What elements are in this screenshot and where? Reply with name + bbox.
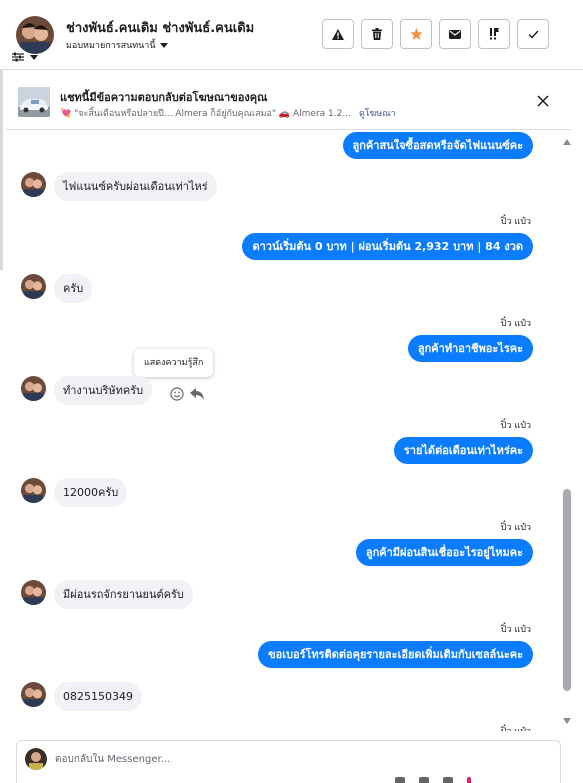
close-icon[interactable] (536, 94, 550, 108)
chevron-down-icon (30, 54, 38, 60)
contact-avatar-small[interactable] (21, 682, 46, 707)
scroll-up-arrow-icon[interactable] (563, 139, 571, 145)
ad-banner-title: แชทนี้มีข้อความตอบกลับต่อโฆษณาของคุณ (60, 91, 268, 104)
conversation-toolbar (322, 19, 549, 49)
contact-avatar[interactable] (16, 16, 54, 54)
trash-icon (372, 28, 382, 40)
composer-tools (395, 777, 471, 783)
assign-label: มอบหมายการสนทนานี้ (66, 41, 156, 51)
thread-scrollbar[interactable] (563, 131, 571, 731)
filter-settings-button[interactable] (12, 52, 38, 62)
contact-avatar-small[interactable] (21, 274, 46, 299)
message-incoming[interactable]: มีผ่อนรถจักรยานยนต์ครับ (54, 580, 193, 609)
contact-avatar-small[interactable] (21, 478, 46, 503)
gif-icon[interactable] (443, 777, 453, 783)
contact-avatar-small[interactable] (21, 172, 46, 197)
message-outgoing[interactable]: ลูกค้าสนใจซื้อสดหรือจัดไฟแนนซ์คะ (342, 132, 533, 159)
message-outgoing[interactable]: ขอเบอร์โทรติดต่อคุยรายละเอียดเพิ่มเติมกั… (258, 641, 533, 668)
scrollbar-thumb[interactable] (563, 489, 571, 691)
sender-name-partial: ปิ๋ว แป๋ว (501, 724, 531, 731)
message-incoming[interactable]: ไฟแนนซ์ครับผ่อนเดือนเท่าไหร่ (54, 172, 217, 201)
reply-input[interactable] (55, 747, 535, 771)
assign-conversation-dropdown[interactable]: มอบหมายการสนทนานี้ (66, 38, 168, 52)
inbox-conversation-panel: ช่างพันธ์.คนเดิม ช่างพันธ์.คนเดิม มอบหมา… (0, 0, 583, 783)
smiley-icon[interactable] (170, 387, 184, 401)
attachment-icon[interactable] (395, 777, 405, 783)
sender-name: ปิ๋ว แป๋ว (500, 523, 531, 533)
chevron-down-icon (159, 42, 168, 48)
reply-icon[interactable] (190, 388, 204, 400)
sender-name: ปิ๋ว แป๋ว (500, 217, 531, 227)
message-outgoing[interactable]: ลูกค้ามีผ่อนสินเชื่ออะไรอยู่ไหมคะ (355, 539, 533, 566)
follow-up-button[interactable] (478, 19, 510, 49)
message-incoming[interactable]: 12000ครับ (54, 478, 128, 507)
ad-thumbnail[interactable] (18, 87, 50, 117)
message-thread[interactable]: ลูกค้าสนใจซื้อสดหรือจัดไฟแนนซ์คะ ไฟแนนซ์… (6, 131, 571, 731)
spam-button[interactable] (322, 19, 354, 49)
reaction-tooltip: แสดงความรู้สึก (134, 349, 214, 377)
emoji-icon[interactable] (419, 777, 429, 783)
contact-avatar-small[interactable] (21, 580, 46, 605)
mark-unread-button[interactable] (439, 19, 471, 49)
contact-avatar-small[interactable] (21, 376, 46, 401)
done-button[interactable] (517, 19, 549, 49)
ad-snippet: 💘 "จะสิ้นเดือนหรือปลายปี... Almera ก็อัย… (60, 106, 396, 120)
like-icon[interactable] (467, 777, 471, 783)
message-outgoing[interactable]: ดาวน์เริ่มต้น 0 บาท | ผ่อนเริ่มต้น 2,932… (242, 233, 533, 260)
warning-icon (332, 28, 344, 40)
message-incoming[interactable]: ครับ (54, 274, 93, 303)
page-avatar (25, 748, 47, 770)
ad-reply-banner: แชทนี้มีข้อความตอบกลับต่อโฆษณาของคุณ 💘 "… (6, 72, 571, 130)
scroll-down-arrow-icon[interactable] (563, 718, 571, 724)
envelope-icon (449, 29, 461, 39)
contact-name[interactable]: ช่างพันธ์.คนเดิม ช่างพันธ์.คนเดิม (66, 17, 254, 38)
ad-snippet-text: 💘 "จะสิ้นเดือนหรือปลายปี... Almera ก็อัย… (60, 109, 351, 119)
follow-up-icon (490, 28, 499, 40)
view-ad-link[interactable]: ดูโฆษณา (359, 109, 396, 119)
check-icon (528, 30, 539, 39)
star-button[interactable] (400, 19, 432, 49)
sender-name: ปิ๋ว แป๋ว (500, 319, 531, 329)
sender-name: ปิ๋ว แป๋ว (500, 625, 531, 635)
sender-name: ปิ๋ว แป๋ว (500, 421, 531, 431)
conversation-header: ช่างพันธ์.คนเดิม ช่างพันธ์.คนเดิม มอบหมา… (0, 0, 583, 70)
sliders-icon (12, 52, 24, 62)
message-outgoing[interactable]: รายได้ต่อเดือนเท่าไหร่คะ (393, 437, 533, 464)
delete-button[interactable] (361, 19, 393, 49)
message-composer (16, 740, 561, 783)
message-outgoing[interactable]: ลูกค้าทำอาชีพอะไรคะ (407, 335, 533, 362)
message-incoming[interactable]: 0825150349 (54, 682, 142, 711)
star-icon (409, 28, 423, 40)
message-incoming[interactable]: ทำงานบริษัทครับ (54, 376, 153, 405)
